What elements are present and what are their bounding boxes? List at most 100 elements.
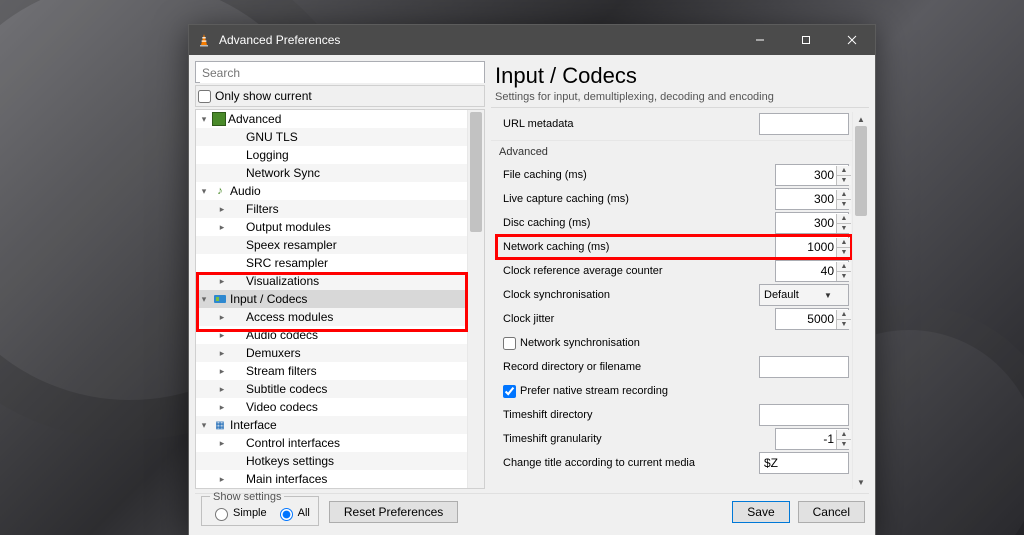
tree-node[interactable]: ▸ Filters: [196, 200, 468, 218]
tree-node-label: Stream filters: [246, 364, 317, 378]
tree-node-label: Input / Codecs: [230, 292, 307, 306]
tree-node[interactable]: ▸ Main interfaces: [196, 470, 468, 488]
tree-node[interactable]: Hotkeys settings: [196, 452, 468, 470]
row-file-caching: File caching (ms) ▲▼: [491, 163, 853, 187]
tree-node[interactable]: ▾♪Audio: [196, 182, 468, 200]
tree-scroll-thumb[interactable]: [470, 112, 482, 232]
chevron-right-icon[interactable]: ▸: [214, 312, 230, 323]
tree-node[interactable]: ▾▦Interface: [196, 416, 468, 434]
chevron-down-icon[interactable]: ▾: [196, 420, 212, 431]
tree-node-label: Logging: [246, 148, 289, 162]
tree-node[interactable]: ▾ Input / Codecs: [196, 290, 468, 308]
input-url-metadata[interactable]: [759, 113, 849, 135]
input-change-title[interactable]: [759, 452, 849, 474]
chevron-right-icon[interactable]: ▸: [214, 366, 230, 377]
tree-node-label: Network Sync: [246, 166, 320, 180]
chevron-right-icon[interactable]: ▸: [214, 474, 230, 485]
scroll-up-icon[interactable]: ▲: [853, 112, 869, 126]
tree-node-label: Visualizations: [246, 274, 319, 288]
settings-scroll-thumb[interactable]: [855, 126, 867, 216]
input-timeshift-gran[interactable]: ▲▼: [775, 428, 849, 450]
tree-node[interactable]: ▸ Output modules: [196, 218, 468, 236]
row-network-caching: Network caching (ms) ▲▼: [491, 235, 853, 259]
tree-node[interactable]: ▸Subtitle codecs: [196, 380, 468, 398]
chevron-right-icon[interactable]: ▸: [214, 204, 230, 215]
tree-node[interactable]: ▸ Stream filters: [196, 362, 468, 380]
tree-node-label: Speex resampler: [246, 238, 337, 252]
row-prefer-native[interactable]: Prefer native stream recording: [491, 379, 853, 403]
tree-node-label: Audio codecs: [246, 328, 318, 342]
window-title: Advanced Preferences: [219, 33, 340, 47]
tree-scrollbar[interactable]: [467, 110, 484, 488]
search-input[interactable]: [200, 63, 484, 83]
category-tree: ▾AdvancedGNU TLSLoggingNetwork Sync▾♪Aud…: [195, 109, 485, 489]
input-timeshift-dir[interactable]: [759, 404, 849, 426]
chevron-down-icon[interactable]: ▾: [196, 186, 212, 197]
chevron-right-icon[interactable]: ▸: [214, 330, 230, 341]
close-button[interactable]: [829, 25, 875, 55]
tree-node-label: Access modules: [246, 310, 333, 324]
input-clock-jitter[interactable]: ▲▼: [775, 308, 849, 330]
only-show-current-checkbox[interactable]: Only show current: [195, 85, 485, 107]
input-clock-ref[interactable]: ▲▼: [775, 260, 849, 282]
tree-node[interactable]: Network Sync: [196, 164, 468, 182]
save-button[interactable]: Save: [732, 501, 789, 523]
preferences-window: Advanced Preferences Only show current ▾…: [188, 24, 876, 535]
chevron-down-icon[interactable]: ▾: [196, 114, 212, 125]
page-subtitle: Settings for input, demultiplexing, deco…: [491, 91, 869, 108]
tree-node[interactable]: ▸ Audio codecs: [196, 326, 468, 344]
tree-node-label: Main interfaces: [246, 472, 327, 486]
tree-node[interactable]: Logging: [196, 146, 468, 164]
maximize-button[interactable]: [783, 25, 829, 55]
tree-node-label: Output modules: [246, 220, 331, 234]
input-live-caching[interactable]: ▲▼: [775, 188, 849, 210]
tree-node[interactable]: ▸Video codecs: [196, 398, 468, 416]
combo-clock-sync[interactable]: Default▼: [759, 284, 849, 306]
tree-node-label: Filters: [246, 202, 279, 216]
chevron-right-icon[interactable]: ▸: [214, 384, 230, 395]
chevron-right-icon[interactable]: ▸: [214, 348, 230, 359]
tree-node[interactable]: ▾ Advanced: [196, 110, 468, 128]
content-area: Only show current ▾ Advanced GNU TLS Loggin…: [189, 55, 875, 535]
chevron-right-icon[interactable]: ▸: [214, 438, 230, 449]
minimize-button[interactable]: [737, 25, 783, 55]
input-disc-caching[interactable]: ▲▼: [775, 212, 849, 234]
search-field[interactable]: [195, 61, 485, 83]
tree-node[interactable]: ▸Control interfaces: [196, 434, 468, 452]
tree-node[interactable]: Speex resampler: [196, 236, 468, 254]
tree-node-label: Interface: [230, 418, 277, 432]
spin-up-icon[interactable]: ▲: [837, 166, 851, 175]
chevron-right-icon[interactable]: ▸: [214, 276, 230, 287]
input-record-dir[interactable]: [759, 356, 849, 378]
tree-node[interactable]: GNU TLS: [196, 128, 468, 146]
chevron-right-icon[interactable]: ▸: [214, 222, 230, 233]
row-clock-ref: Clock reference average counter ▲▼: [491, 259, 853, 283]
tree-node-label: Advanced: [228, 112, 281, 126]
input-file-caching[interactable]: ▲▼: [775, 164, 849, 186]
tree-node[interactable]: ▸Demuxers: [196, 344, 468, 362]
radio-all[interactable]: All: [275, 505, 310, 521]
left-pane: Only show current ▾ Advanced GNU TLS Loggin…: [195, 61, 485, 489]
checkbox-network-sync[interactable]: [503, 337, 516, 350]
chevron-right-icon[interactable]: ▸: [214, 402, 230, 413]
scroll-down-icon[interactable]: ▼: [853, 475, 869, 489]
row-clock-jitter: Clock jitter ▲▼: [491, 307, 853, 331]
row-timeshift-gran: Timeshift granularity ▲▼: [491, 427, 853, 451]
tree-node[interactable]: ▸ Visualizations: [196, 272, 468, 290]
row-clock-sync: Clock synchronisation Default▼: [491, 283, 853, 307]
music-note-icon: ♪: [212, 183, 228, 199]
reset-preferences-button[interactable]: Reset Preferences: [329, 501, 458, 523]
radio-simple[interactable]: Simple: [210, 505, 267, 521]
spin-down-icon[interactable]: ▼: [837, 175, 851, 185]
checkbox-prefer-native[interactable]: [503, 385, 516, 398]
only-show-current-input[interactable]: [198, 90, 211, 103]
chevron-down-icon: ▼: [804, 291, 848, 300]
cancel-button[interactable]: Cancel: [798, 501, 865, 523]
settings-scrollbar[interactable]: ▲ ▼: [852, 112, 869, 489]
tree-node[interactable]: SRC resampler: [196, 254, 468, 272]
settings-panel: URL metadata Advanced File caching (ms) …: [491, 112, 853, 489]
chevron-down-icon[interactable]: ▾: [196, 294, 212, 305]
tree-node[interactable]: ▸ Access modules: [196, 308, 468, 326]
input-network-caching[interactable]: ▲▼: [775, 236, 849, 258]
row-network-sync[interactable]: Network synchronisation: [491, 331, 853, 355]
